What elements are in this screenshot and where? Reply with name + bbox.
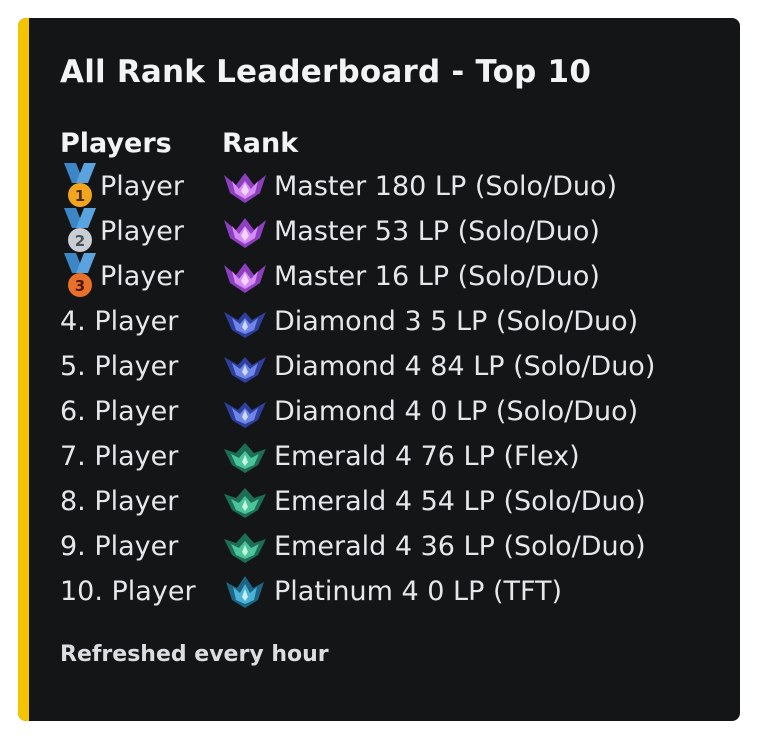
- diamond-rank-icon: [224, 356, 266, 383]
- player-row-1: 1 Player: [60, 162, 220, 209]
- svg-text:1: 1: [75, 187, 85, 205]
- player-row-5: 5. Player: [60, 351, 179, 382]
- players-column: Players 1 Player 2 Player 3 Player 4. Pl…: [60, 124, 220, 614]
- emerald-rank-icon: [224, 487, 266, 518]
- player-row-2: 2 Player: [60, 207, 220, 254]
- diamond-rank-icon: [224, 311, 266, 338]
- player-name: Player: [100, 171, 185, 202]
- player-row-6: 6. Player: [60, 396, 179, 427]
- master-rank-icon: [224, 217, 266, 248]
- silver-medal-icon: 2: [64, 207, 96, 252]
- bronze-medal-icon: 3: [64, 252, 96, 297]
- embed-footer: Refreshed every hour: [60, 642, 329, 667]
- rank-text: Master 16 LP (Solo/Duo): [274, 261, 600, 292]
- rank-row-6: Diamond 4 0 LP (Solo/Duo): [222, 389, 740, 434]
- player-row-10: 10. Player: [60, 576, 196, 607]
- emerald-rank-icon: [224, 532, 266, 563]
- rank-header: Rank: [222, 128, 299, 159]
- rank-row-2: Master 53 LP (Solo/Duo): [222, 209, 740, 254]
- rank-row-10: Platinum 4 0 LP (TFT): [222, 569, 740, 614]
- rank-text: Diamond 4 84 LP (Solo/Duo): [274, 351, 656, 382]
- rank-row-1: Master 180 LP (Solo/Duo): [222, 164, 740, 209]
- player-name: Player: [100, 216, 185, 247]
- rank-row-4: Diamond 3 5 LP (Solo/Duo): [222, 299, 740, 344]
- rank-row-9: Emerald 4 36 LP (Solo/Duo): [222, 524, 740, 569]
- embed-title: All Rank Leaderboard - Top 10: [60, 54, 592, 90]
- diamond-rank-icon: [224, 401, 266, 428]
- master-rank-icon: [224, 172, 266, 203]
- player-name: Player: [100, 261, 185, 292]
- player-row-4: 4. Player: [60, 306, 179, 337]
- rank-text: Platinum 4 0 LP (TFT): [274, 576, 563, 607]
- svg-text:2: 2: [75, 232, 85, 250]
- rank-row-3: Master 16 LP (Solo/Duo): [222, 254, 740, 299]
- player-row-3: 3 Player: [60, 252, 220, 299]
- rank-row-7: Emerald 4 76 LP (Flex): [222, 434, 740, 479]
- rank-row-8: Emerald 4 54 LP (Solo/Duo): [222, 479, 740, 524]
- leaderboard-embed: All Rank Leaderboard - Top 10 Players 1 …: [18, 18, 740, 721]
- rank-text: Emerald 4 54 LP (Solo/Duo): [274, 486, 646, 517]
- rank-row-5: Diamond 4 84 LP (Solo/Duo): [222, 344, 740, 389]
- player-row-9: 9. Player: [60, 531, 179, 562]
- platinum-rank-icon: [226, 575, 264, 608]
- emerald-rank-icon: [224, 442, 266, 473]
- rank-column: Rank Master 180 LP (Solo/Duo) Master 53 …: [222, 124, 740, 614]
- embed-accent-bar: [18, 18, 29, 721]
- player-row-8: 8. Player: [60, 486, 179, 517]
- rank-text: Master 53 LP (Solo/Duo): [274, 216, 600, 247]
- embed-content: All Rank Leaderboard - Top 10 Players 1 …: [60, 18, 740, 721]
- player-row-7: 7. Player: [60, 441, 179, 472]
- rank-text: Emerald 4 76 LP (Flex): [274, 441, 580, 472]
- rank-text: Emerald 4 36 LP (Solo/Duo): [274, 531, 646, 562]
- rank-text: Diamond 4 0 LP (Solo/Duo): [274, 396, 639, 427]
- rank-text: Master 180 LP (Solo/Duo): [274, 171, 618, 202]
- players-header: Players: [60, 128, 172, 159]
- gold-medal-icon: 1: [64, 162, 96, 207]
- svg-text:3: 3: [75, 277, 85, 295]
- rank-text: Diamond 3 5 LP (Solo/Duo): [274, 306, 639, 337]
- master-rank-icon: [224, 262, 266, 293]
